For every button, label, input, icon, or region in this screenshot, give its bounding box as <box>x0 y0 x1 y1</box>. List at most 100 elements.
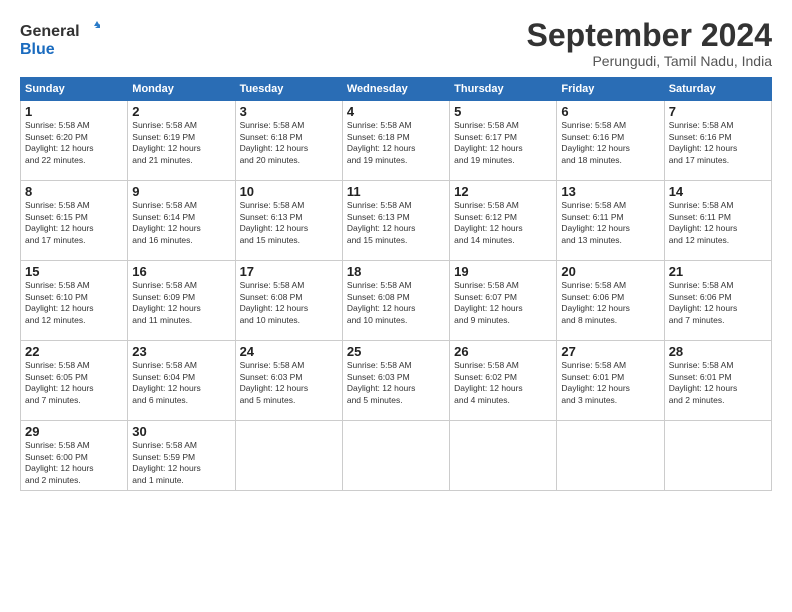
day-number: 3 <box>240 104 338 119</box>
day-cell-15: 15Sunrise: 5:58 AM Sunset: 6:10 PM Dayli… <box>21 261 128 341</box>
day-cell-25: 25Sunrise: 5:58 AM Sunset: 6:03 PM Dayli… <box>342 341 449 421</box>
header-thursday: Thursday <box>450 78 557 101</box>
header: General Blue September 2024 Perungudi, T… <box>20 18 772 69</box>
day-cell-12: 12Sunrise: 5:58 AM Sunset: 6:12 PM Dayli… <box>450 181 557 261</box>
day-number: 27 <box>561 344 659 359</box>
empty-cell <box>664 421 771 491</box>
day-number: 10 <box>240 184 338 199</box>
day-number: 24 <box>240 344 338 359</box>
day-number: 7 <box>669 104 767 119</box>
day-number: 14 <box>669 184 767 199</box>
day-cell-1: 1Sunrise: 5:58 AM Sunset: 6:20 PM Daylig… <box>21 101 128 181</box>
day-cell-24: 24Sunrise: 5:58 AM Sunset: 6:03 PM Dayli… <box>235 341 342 421</box>
day-info: Sunrise: 5:58 AM Sunset: 6:08 PM Dayligh… <box>347 280 445 326</box>
day-cell-2: 2Sunrise: 5:58 AM Sunset: 6:19 PM Daylig… <box>128 101 235 181</box>
day-info: Sunrise: 5:58 AM Sunset: 6:07 PM Dayligh… <box>454 280 552 326</box>
page: General Blue September 2024 Perungudi, T… <box>0 0 792 612</box>
day-info: Sunrise: 5:58 AM Sunset: 6:06 PM Dayligh… <box>669 280 767 326</box>
header-row: SundayMondayTuesdayWednesdayThursdayFrid… <box>21 78 772 101</box>
calendar-table: SundayMondayTuesdayWednesdayThursdayFrid… <box>20 77 772 491</box>
day-info: Sunrise: 5:58 AM Sunset: 6:05 PM Dayligh… <box>25 360 123 406</box>
day-number: 30 <box>132 424 230 439</box>
day-cell-18: 18Sunrise: 5:58 AM Sunset: 6:08 PM Dayli… <box>342 261 449 341</box>
day-number: 18 <box>347 264 445 279</box>
svg-text:General: General <box>20 23 80 40</box>
day-number: 9 <box>132 184 230 199</box>
day-info: Sunrise: 5:58 AM Sunset: 6:16 PM Dayligh… <box>561 120 659 166</box>
day-info: Sunrise: 5:58 AM Sunset: 6:19 PM Dayligh… <box>132 120 230 166</box>
subtitle: Perungudi, Tamil Nadu, India <box>527 53 772 69</box>
day-info: Sunrise: 5:58 AM Sunset: 6:10 PM Dayligh… <box>25 280 123 326</box>
day-info: Sunrise: 5:58 AM Sunset: 6:13 PM Dayligh… <box>347 200 445 246</box>
week-row-4: 22Sunrise: 5:58 AM Sunset: 6:05 PM Dayli… <box>21 341 772 421</box>
day-cell-14: 14Sunrise: 5:58 AM Sunset: 6:11 PM Dayli… <box>664 181 771 261</box>
day-number: 12 <box>454 184 552 199</box>
day-number: 1 <box>25 104 123 119</box>
day-cell-22: 22Sunrise: 5:58 AM Sunset: 6:05 PM Dayli… <box>21 341 128 421</box>
day-info: Sunrise: 5:58 AM Sunset: 6:18 PM Dayligh… <box>240 120 338 166</box>
day-number: 2 <box>132 104 230 119</box>
day-number: 20 <box>561 264 659 279</box>
day-info: Sunrise: 5:58 AM Sunset: 6:01 PM Dayligh… <box>669 360 767 406</box>
day-number: 17 <box>240 264 338 279</box>
day-cell-26: 26Sunrise: 5:58 AM Sunset: 6:02 PM Dayli… <box>450 341 557 421</box>
header-tuesday: Tuesday <box>235 78 342 101</box>
day-number: 26 <box>454 344 552 359</box>
day-info: Sunrise: 5:58 AM Sunset: 5:59 PM Dayligh… <box>132 440 230 486</box>
day-number: 5 <box>454 104 552 119</box>
day-info: Sunrise: 5:58 AM Sunset: 6:06 PM Dayligh… <box>561 280 659 326</box>
day-cell-11: 11Sunrise: 5:58 AM Sunset: 6:13 PM Dayli… <box>342 181 449 261</box>
day-info: Sunrise: 5:58 AM Sunset: 6:11 PM Dayligh… <box>561 200 659 246</box>
day-cell-6: 6Sunrise: 5:58 AM Sunset: 6:16 PM Daylig… <box>557 101 664 181</box>
day-cell-7: 7Sunrise: 5:58 AM Sunset: 6:16 PM Daylig… <box>664 101 771 181</box>
day-info: Sunrise: 5:58 AM Sunset: 6:08 PM Dayligh… <box>240 280 338 326</box>
day-cell-30: 30Sunrise: 5:58 AM Sunset: 5:59 PM Dayli… <box>128 421 235 491</box>
day-number: 23 <box>132 344 230 359</box>
day-info: Sunrise: 5:58 AM Sunset: 6:11 PM Dayligh… <box>669 200 767 246</box>
day-info: Sunrise: 5:58 AM Sunset: 6:03 PM Dayligh… <box>347 360 445 406</box>
header-wednesday: Wednesday <box>342 78 449 101</box>
day-info: Sunrise: 5:58 AM Sunset: 6:01 PM Dayligh… <box>561 360 659 406</box>
title-block: September 2024 Perungudi, Tamil Nadu, In… <box>527 18 772 69</box>
empty-cell <box>235 421 342 491</box>
day-info: Sunrise: 5:58 AM Sunset: 6:02 PM Dayligh… <box>454 360 552 406</box>
day-cell-19: 19Sunrise: 5:58 AM Sunset: 6:07 PM Dayli… <box>450 261 557 341</box>
day-info: Sunrise: 5:58 AM Sunset: 6:13 PM Dayligh… <box>240 200 338 246</box>
day-number: 15 <box>25 264 123 279</box>
day-cell-8: 8Sunrise: 5:58 AM Sunset: 6:15 PM Daylig… <box>21 181 128 261</box>
day-number: 11 <box>347 184 445 199</box>
header-sunday: Sunday <box>21 78 128 101</box>
day-info: Sunrise: 5:58 AM Sunset: 6:16 PM Dayligh… <box>669 120 767 166</box>
day-number: 19 <box>454 264 552 279</box>
day-number: 21 <box>669 264 767 279</box>
day-info: Sunrise: 5:58 AM Sunset: 6:15 PM Dayligh… <box>25 200 123 246</box>
day-cell-27: 27Sunrise: 5:58 AM Sunset: 6:01 PM Dayli… <box>557 341 664 421</box>
day-cell-10: 10Sunrise: 5:58 AM Sunset: 6:13 PM Dayli… <box>235 181 342 261</box>
day-info: Sunrise: 5:58 AM Sunset: 6:00 PM Dayligh… <box>25 440 123 486</box>
empty-cell <box>342 421 449 491</box>
day-info: Sunrise: 5:58 AM Sunset: 6:09 PM Dayligh… <box>132 280 230 326</box>
day-number: 25 <box>347 344 445 359</box>
day-info: Sunrise: 5:58 AM Sunset: 6:18 PM Dayligh… <box>347 120 445 166</box>
day-cell-3: 3Sunrise: 5:58 AM Sunset: 6:18 PM Daylig… <box>235 101 342 181</box>
day-number: 22 <box>25 344 123 359</box>
logo-svg: General Blue <box>20 18 100 60</box>
empty-cell <box>557 421 664 491</box>
day-cell-13: 13Sunrise: 5:58 AM Sunset: 6:11 PM Dayli… <box>557 181 664 261</box>
week-row-5: 29Sunrise: 5:58 AM Sunset: 6:00 PM Dayli… <box>21 421 772 491</box>
day-number: 4 <box>347 104 445 119</box>
day-number: 13 <box>561 184 659 199</box>
header-monday: Monday <box>128 78 235 101</box>
day-info: Sunrise: 5:58 AM Sunset: 6:17 PM Dayligh… <box>454 120 552 166</box>
day-cell-20: 20Sunrise: 5:58 AM Sunset: 6:06 PM Dayli… <box>557 261 664 341</box>
week-row-2: 8Sunrise: 5:58 AM Sunset: 6:15 PM Daylig… <box>21 181 772 261</box>
day-cell-23: 23Sunrise: 5:58 AM Sunset: 6:04 PM Dayli… <box>128 341 235 421</box>
day-cell-16: 16Sunrise: 5:58 AM Sunset: 6:09 PM Dayli… <box>128 261 235 341</box>
day-info: Sunrise: 5:58 AM Sunset: 6:12 PM Dayligh… <box>454 200 552 246</box>
week-row-3: 15Sunrise: 5:58 AM Sunset: 6:10 PM Dayli… <box>21 261 772 341</box>
day-info: Sunrise: 5:58 AM Sunset: 6:14 PM Dayligh… <box>132 200 230 246</box>
svg-text:Blue: Blue <box>20 41 55 58</box>
day-number: 8 <box>25 184 123 199</box>
day-cell-29: 29Sunrise: 5:58 AM Sunset: 6:00 PM Dayli… <box>21 421 128 491</box>
day-cell-4: 4Sunrise: 5:58 AM Sunset: 6:18 PM Daylig… <box>342 101 449 181</box>
